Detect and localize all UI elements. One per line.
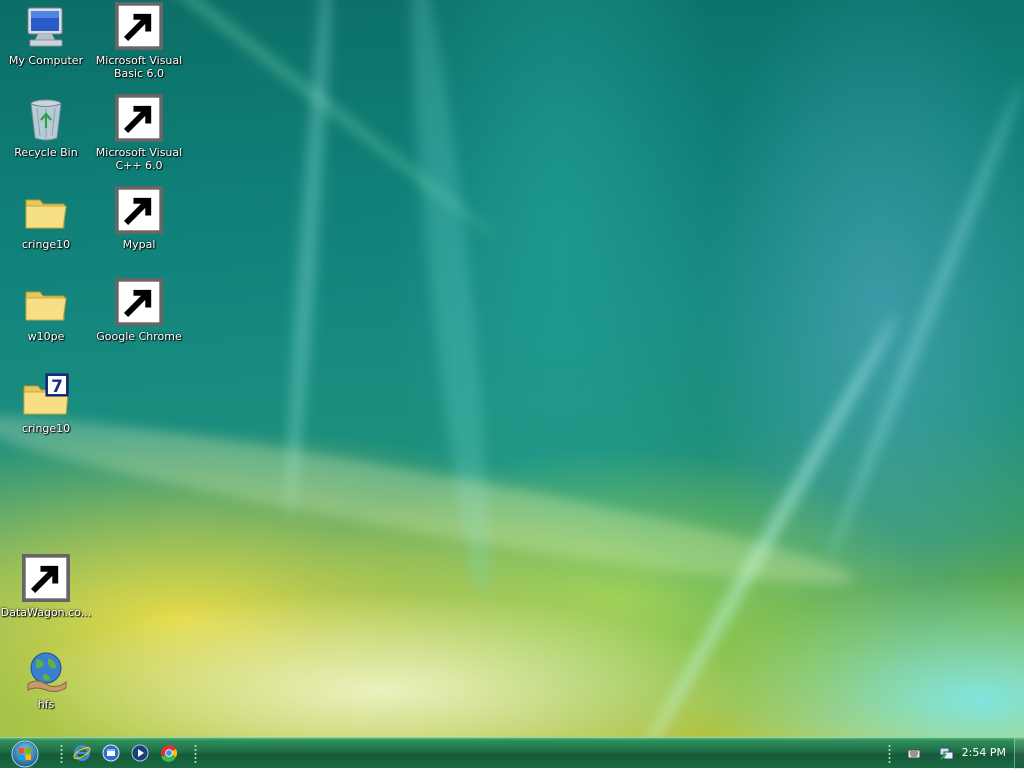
chrome-ql-icon (161, 745, 177, 762)
internet-explorer-icon (73, 745, 91, 761)
icon-label: cringe10 (21, 238, 71, 251)
desktop-wallpaper[interactable]: My Computer Recycle Bin cringe10 w10pe 7… (0, 0, 1024, 737)
quick-launch-media-player[interactable] (131, 744, 149, 762)
toolbar-grip[interactable] (194, 744, 197, 764)
computer-icon (27, 7, 63, 47)
desktop-icon-visual-basic[interactable]: 32 Microsoft Visual Basic 6.0 (93, 2, 185, 80)
windows-orb-icon (11, 740, 39, 768)
icon-label: cringe10 (21, 422, 71, 435)
svg-text:7: 7 (51, 377, 63, 397)
desktop-icon-recycle-bin[interactable]: Recycle Bin (0, 96, 92, 159)
hfs-globe-icon (27, 652, 67, 693)
clock[interactable]: 2:54 PM (962, 746, 1006, 759)
desktop-icon-google-chrome[interactable]: Google Chrome (93, 278, 185, 343)
tray-grip (888, 744, 891, 764)
folder-icon (25, 291, 67, 321)
shortcut-arrow-icon (115, 278, 163, 326)
seven-zip-archive-icon: 7 (23, 373, 69, 415)
desktop-icon-my-computer[interactable]: My Computer (0, 4, 92, 67)
start-button[interactable] (6, 739, 44, 769)
quick-launch-ie[interactable] (73, 744, 91, 762)
desktop-icon-7zip-cringe10[interactable]: 7 cringe10 (0, 372, 92, 435)
desktop-icon-datawagon[interactable]: DataWagon.co... (0, 554, 92, 619)
network-icon (939, 747, 954, 760)
notification-area: 2:54 PM (888, 738, 1024, 769)
icon-label: Mypal (122, 238, 156, 251)
shortcut-arrow-icon (22, 554, 70, 602)
icon-label: w10pe (27, 330, 65, 343)
desktop-icon-folder-w10pe[interactable]: w10pe (0, 280, 92, 343)
quick-launch-chrome[interactable] (160, 744, 178, 762)
network-tray-icon[interactable] (938, 745, 954, 761)
icon-label: DataWagon.co... (0, 606, 92, 619)
taskbar: 2:54 PM (0, 737, 1024, 769)
desktop-icon-visual-cpp[interactable]: Microsoft Visual C++ 6.0 (93, 94, 185, 172)
icon-label: Microsoft Visual Basic 6.0 (95, 54, 183, 80)
shortcut-arrow-icon (115, 186, 163, 234)
folder-icon (25, 199, 67, 229)
media-player-icon (131, 744, 149, 762)
icon-label: Recycle Bin (14, 146, 78, 159)
keyboard-icon (907, 749, 921, 759)
desktop-icon-mypal[interactable]: Mypal (93, 186, 185, 251)
toolbar-grip[interactable] (60, 744, 63, 764)
icon-label: Microsoft Visual C++ 6.0 (95, 146, 183, 172)
recycle-bin-icon (30, 99, 62, 141)
quick-launch-show-desktop[interactable] (102, 744, 120, 762)
icon-label: Google Chrome (96, 330, 182, 343)
shortcut-arrow-icon (115, 94, 163, 142)
icon-label: hfs (37, 698, 55, 711)
shortcut-arrow-icon (115, 2, 163, 50)
desktop-icon-hfs[interactable]: hfs (0, 648, 92, 711)
show-desktop-button[interactable] (1014, 738, 1024, 769)
desktop-icon-folder-cringe10[interactable]: cringe10 (0, 188, 92, 251)
show-desktop-ql-icon (102, 744, 120, 762)
keyboard-tray-icon[interactable] (906, 745, 922, 761)
icon-label: My Computer (8, 54, 84, 67)
